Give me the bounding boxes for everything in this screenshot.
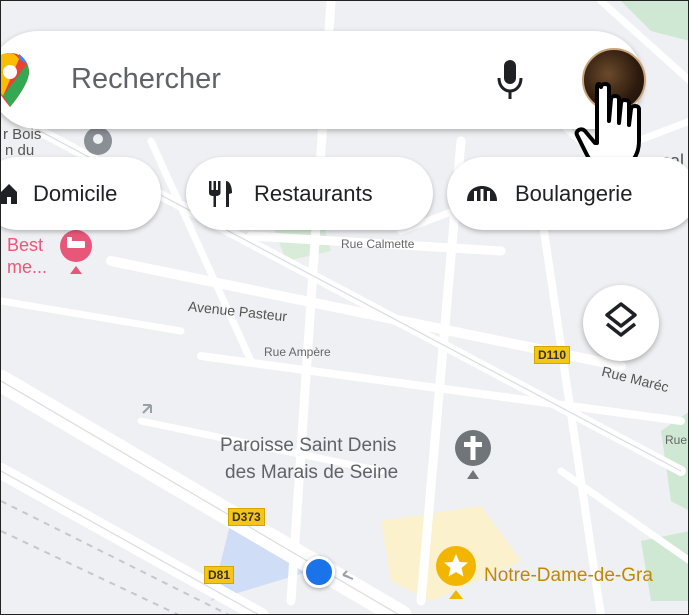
- map-frame: r Bois n du cal Best me... Rue Calmette …: [0, 0, 689, 615]
- chip-domicile-label: Domicile: [33, 180, 118, 206]
- chip-restaurants-label: Restaurants: [254, 180, 373, 206]
- layers-button[interactable]: [583, 285, 659, 361]
- search-input[interactable]: Rechercher: [71, 63, 221, 96]
- map-label-best-2: me...: [7, 257, 48, 277]
- home-icon: [1, 183, 17, 204]
- current-location-dot: [303, 556, 335, 588]
- layers-icon: [605, 302, 637, 337]
- maps-pin-icon: [1, 53, 29, 107]
- search-bar[interactable]: Rechercher: [1, 31, 646, 129]
- chip-boulangerie[interactable]: Boulangerie: [447, 157, 688, 230]
- map-label-rue-right: Rue: [665, 433, 688, 447]
- map-label-notre-dame: Notre-Dame-de-Gra: [484, 565, 653, 586]
- road-badge-d81: D81: [204, 566, 235, 584]
- fork-knife-icon: [209, 180, 232, 207]
- chip-boulangerie-label: Boulangerie: [515, 180, 633, 206]
- chip-domicile[interactable]: Domicile: [1, 157, 161, 230]
- map-label-paroisse-2: des Marais de Seine: [225, 462, 399, 483]
- map-label-rue-calmette: Rue Calmette: [341, 237, 415, 251]
- bread-icon: [467, 185, 497, 201]
- map-label-best-1: Best: [7, 235, 44, 255]
- road-badge-d373: D373: [228, 508, 265, 526]
- map-label-paroisse-1: Paroisse Saint Denis: [220, 435, 397, 456]
- map-label-rue-ampere: Rue Ampère: [264, 345, 331, 359]
- microphone-icon[interactable]: [497, 58, 523, 102]
- road-badge-d110: D110: [534, 346, 571, 364]
- chip-restaurants[interactable]: Restaurants: [186, 157, 433, 230]
